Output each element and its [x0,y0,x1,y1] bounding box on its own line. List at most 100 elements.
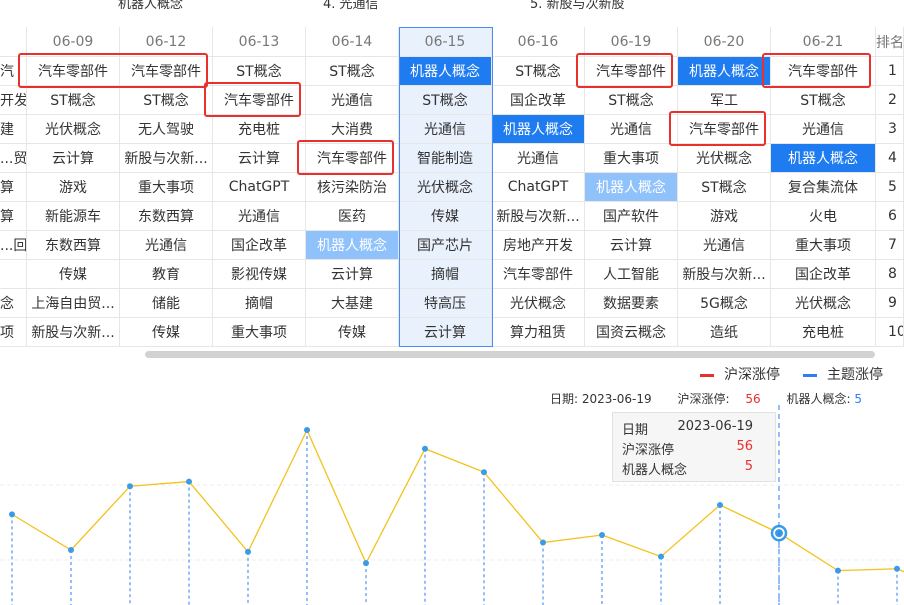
table-cell[interactable]: ST概念 [585,86,678,115]
column-header-06-14[interactable]: 06-14 [306,27,399,57]
table-cell[interactable]: 无人驾驶 [120,115,213,144]
table-cell[interactable]: 光伏概念 [678,144,771,173]
column-header-06-16[interactable]: 06-16 [492,27,585,57]
table-cell[interactable]: 新能源车 [27,202,120,231]
table-cell[interactable]: 摘帽 [213,289,306,318]
table-cell[interactable]: ST概念 [213,57,306,86]
table-cell[interactable]: 复合集流体 [771,173,876,202]
table-cell[interactable]: 传媒 [306,318,399,347]
table-cell[interactable]: 上海自由贸... [27,289,120,318]
table-cell[interactable]: 光伏概念 [771,289,876,318]
legend-item-0[interactable]: 沪深涨停 [724,364,780,384]
table-cell[interactable]: 教育 [120,260,213,289]
top-tab-0[interactable]: 机器人概念 [118,0,183,12]
legend-item-1[interactable]: 主题涨停 [827,364,883,384]
table-cell[interactable]: 新股与次新... [120,144,213,173]
table-cell[interactable]: 特高压 [399,289,492,318]
table-cell[interactable]: 光通信 [213,202,306,231]
table-cell[interactable]: 核污染防治 [306,173,399,202]
table-cell[interactable]: ST概念 [306,57,399,86]
table-cell[interactable]: 东数西算 [27,231,120,260]
table-cell[interactable]: 传媒 [27,260,120,289]
table-cell[interactable]: 国企改革 [213,231,306,260]
table-cell[interactable]: 机器人概念 [771,144,876,173]
table-cell[interactable]: 游戏 [678,202,771,231]
table-cell[interactable]: 汽车零部件 [678,115,771,144]
table-cell[interactable]: ST概念 [27,86,120,115]
table-cell[interactable]: 游戏 [27,173,120,202]
table-cell[interactable]: 充电桩 [213,115,306,144]
table-cell[interactable]: 光通信 [492,144,585,173]
table-cell[interactable]: 光通信 [771,115,876,144]
table-cell[interactable]: 储能 [120,289,213,318]
top-tab-2[interactable]: 5. 新股与次新股 [530,0,625,12]
table-cell[interactable]: 智能制造 [399,144,492,173]
column-header-06-19[interactable]: 06-19 [585,27,678,57]
table-cell[interactable]: 军工 [678,86,771,115]
table-cell[interactable]: 房地产开发 [492,231,585,260]
table-cell[interactable]: 光通信 [585,115,678,144]
table-cell[interactable]: 光通信 [399,115,492,144]
table-cell[interactable]: ST概念 [771,86,876,115]
table-cell[interactable]: 云计算 [399,318,492,347]
table-cell[interactable]: 云计算 [27,144,120,173]
table-cell[interactable]: 光伏概念 [492,289,585,318]
table-cell[interactable]: 大基建 [306,289,399,318]
table-cell[interactable]: 新股与次新... [27,318,120,347]
table-cell[interactable]: 光伏概念 [27,115,120,144]
table-cell[interactable]: 火电 [771,202,876,231]
table-cell[interactable]: 汽车零部件 [492,260,585,289]
table-cell[interactable]: 国企改革 [492,86,585,115]
column-header-06-20[interactable]: 06-20 [678,27,771,57]
table-cell[interactable]: 医药 [306,202,399,231]
table-cell[interactable]: 造纸 [678,318,771,347]
table-cell[interactable]: 机器人概念 [399,57,492,86]
table-cell[interactable]: ST概念 [399,86,492,115]
table-cell[interactable]: 汽车零部件 [27,57,120,86]
table-cell[interactable]: 光通信 [678,231,771,260]
table-cell[interactable]: 新股与次新... [492,202,585,231]
table-cell[interactable]: ST概念 [120,86,213,115]
table-cell[interactable]: ChatGPT [213,173,306,202]
table-cell[interactable]: 光通信 [120,231,213,260]
table-cell[interactable]: 人工智能 [585,260,678,289]
table-cell[interactable]: 云计算 [213,144,306,173]
table-cell[interactable]: 云计算 [306,260,399,289]
table-cell[interactable]: 汽车零部件 [771,57,876,86]
table-cell[interactable]: 光通信 [306,86,399,115]
table-cell[interactable]: 影视传媒 [213,260,306,289]
table-cell[interactable]: 汽车零部件 [585,57,678,86]
table-cell[interactable]: 机器人概念 [585,173,678,202]
table-cell[interactable]: ST概念 [678,173,771,202]
table-cell[interactable]: 重大事项 [771,231,876,260]
column-header-06-13[interactable]: 06-13 [213,27,306,57]
table-cell[interactable]: 数据要素 [585,289,678,318]
column-header-06-15[interactable]: 06-15 [399,27,492,57]
table-cell[interactable]: 机器人概念 [306,231,399,260]
column-header-06-21[interactable]: 06-21 [771,27,876,57]
table-cell[interactable]: 传媒 [399,202,492,231]
table-cell[interactable]: 重大事项 [585,144,678,173]
horizontal-scrollbar[interactable] [145,351,875,358]
table-cell[interactable]: ChatGPT [492,173,585,202]
table-cell[interactable]: 新股与次新... [678,260,771,289]
table-cell[interactable]: 5G概念 [678,289,771,318]
column-header-06-09[interactable]: 06-09 [27,27,120,57]
table-cell[interactable]: 大消费 [306,115,399,144]
table-cell[interactable]: 传媒 [120,318,213,347]
table-cell[interactable]: ST概念 [492,57,585,86]
table-cell[interactable]: 国产芯片 [399,231,492,260]
table-cell[interactable]: 充电桩 [771,318,876,347]
table-cell[interactable]: 汽车零部件 [120,57,213,86]
table-cell[interactable]: 云计算 [585,231,678,260]
table-cell[interactable]: 重大事项 [120,173,213,202]
table-cell[interactable]: 重大事项 [213,318,306,347]
table-cell[interactable]: 汽车零部件 [213,86,306,115]
table-cell[interactable]: 国企改革 [771,260,876,289]
table-cell[interactable]: 机器人概念 [678,57,771,86]
column-header-06-12[interactable]: 06-12 [120,27,213,57]
table-cell[interactable]: 光伏概念 [399,173,492,202]
table-cell[interactable]: 国资云概念 [585,318,678,347]
table-cell[interactable]: 算力租赁 [492,318,585,347]
table-cell[interactable]: 汽车零部件 [306,144,399,173]
